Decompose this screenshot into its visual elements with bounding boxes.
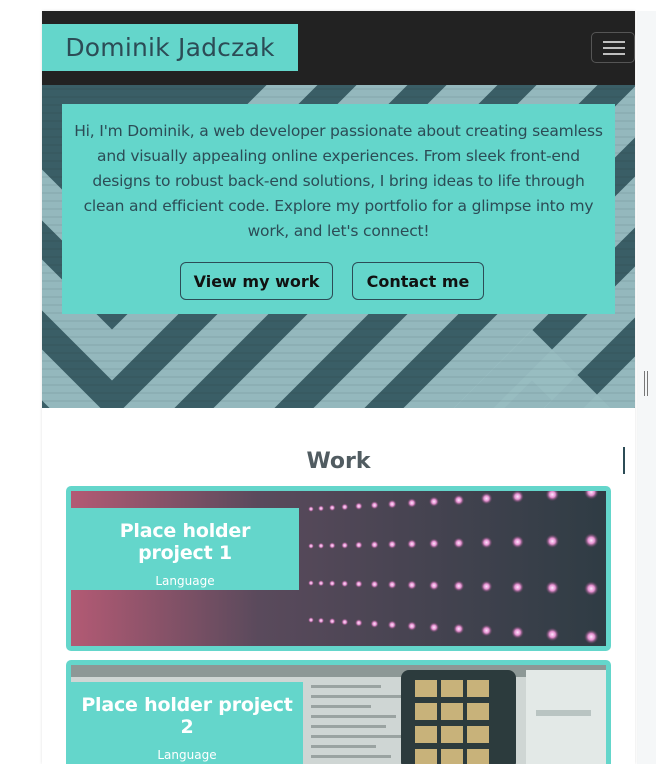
- led-light: [428, 538, 440, 549]
- led-light: [354, 541, 363, 549]
- contact-me-button[interactable]: Contact me: [352, 262, 484, 300]
- project-1-label: Place holder project 1 Language: [71, 508, 299, 590]
- led-light: [370, 500, 379, 510]
- led-light: [317, 617, 325, 624]
- led-light: [480, 580, 493, 593]
- led-light: [584, 533, 599, 548]
- led-light: [328, 579, 336, 587]
- project-language: Language: [155, 574, 215, 588]
- led-light: [317, 579, 325, 587]
- led-light: [341, 541, 349, 550]
- led-light: [354, 618, 363, 627]
- led-light: [308, 580, 314, 586]
- project-language: Language: [157, 748, 217, 762]
- project-card-2[interactable]: Place holder project 2 Language: [66, 660, 611, 764]
- view-my-work-button[interactable]: View my work: [180, 262, 333, 300]
- led-light: [308, 543, 314, 549]
- navbar-toggler-button[interactable]: [591, 32, 635, 63]
- led-light: [407, 539, 417, 549]
- led-light: [370, 619, 379, 629]
- project-card-1[interactable]: Place holder project 1 Language: [66, 486, 611, 651]
- led-light: [545, 581, 560, 595]
- hero-intro-text: Hi, I'm Dominik, a web developer passion…: [74, 122, 603, 240]
- led-light: [428, 622, 440, 633]
- led-light: [370, 540, 379, 549]
- led-light: [511, 580, 524, 594]
- led-light: [341, 618, 349, 626]
- led-light: [387, 539, 397, 549]
- led-light: [317, 542, 325, 550]
- page-viewport: Dominik Jadczak Hi, I'm Dominik, a web d…: [42, 11, 635, 764]
- led-light: [341, 503, 349, 511]
- resize-handle[interactable]: [644, 371, 648, 396]
- led-light: [341, 579, 349, 588]
- hamburger-menu-icon-bar: [603, 53, 625, 55]
- led-light: [328, 617, 336, 625]
- work-section-title: Work: [306, 449, 371, 474]
- led-light: [584, 581, 599, 596]
- navbar: Dominik Jadczak: [42, 11, 635, 85]
- led-light: [453, 537, 465, 549]
- led-light: [428, 496, 440, 507]
- hero-section: Hi, I'm Dominik, a web developer passion…: [42, 85, 635, 408]
- led-light: [584, 629, 599, 645]
- led-light: [480, 492, 493, 505]
- led-light: [480, 624, 493, 637]
- led-light: [354, 580, 363, 588]
- led-light: [387, 499, 397, 509]
- led-light: [387, 620, 397, 630]
- led-light: [354, 502, 363, 511]
- led-light: [328, 542, 336, 550]
- led-light: [453, 580, 465, 592]
- project-title: Place holder project 2: [81, 694, 293, 738]
- led-light: [453, 494, 465, 506]
- led-light: [511, 626, 524, 639]
- led-light: [480, 536, 493, 549]
- hamburger-menu-icon: [603, 41, 625, 43]
- led-light: [387, 580, 397, 590]
- led-light: [428, 580, 440, 591]
- led-light: [545, 627, 560, 642]
- led-light: [407, 580, 417, 590]
- led-light: [407, 498, 417, 508]
- hamburger-menu-icon-bar: [603, 47, 625, 49]
- brand-logo[interactable]: Dominik Jadczak: [42, 24, 298, 71]
- led-light: [308, 617, 314, 623]
- led-light: [317, 505, 325, 512]
- section-divider: [623, 447, 625, 474]
- led-light: [453, 623, 465, 635]
- project-title: Place holder project 1: [119, 520, 251, 564]
- led-light: [407, 621, 417, 631]
- led-light: [511, 535, 524, 549]
- hero-intro-box: Hi, I'm Dominik, a web developer passion…: [62, 104, 615, 314]
- led-light: [328, 504, 336, 512]
- project-2-label: Place holder project 2 Language: [71, 682, 303, 764]
- led-light: [308, 506, 314, 512]
- led-light: [545, 534, 560, 548]
- led-light: [370, 580, 379, 589]
